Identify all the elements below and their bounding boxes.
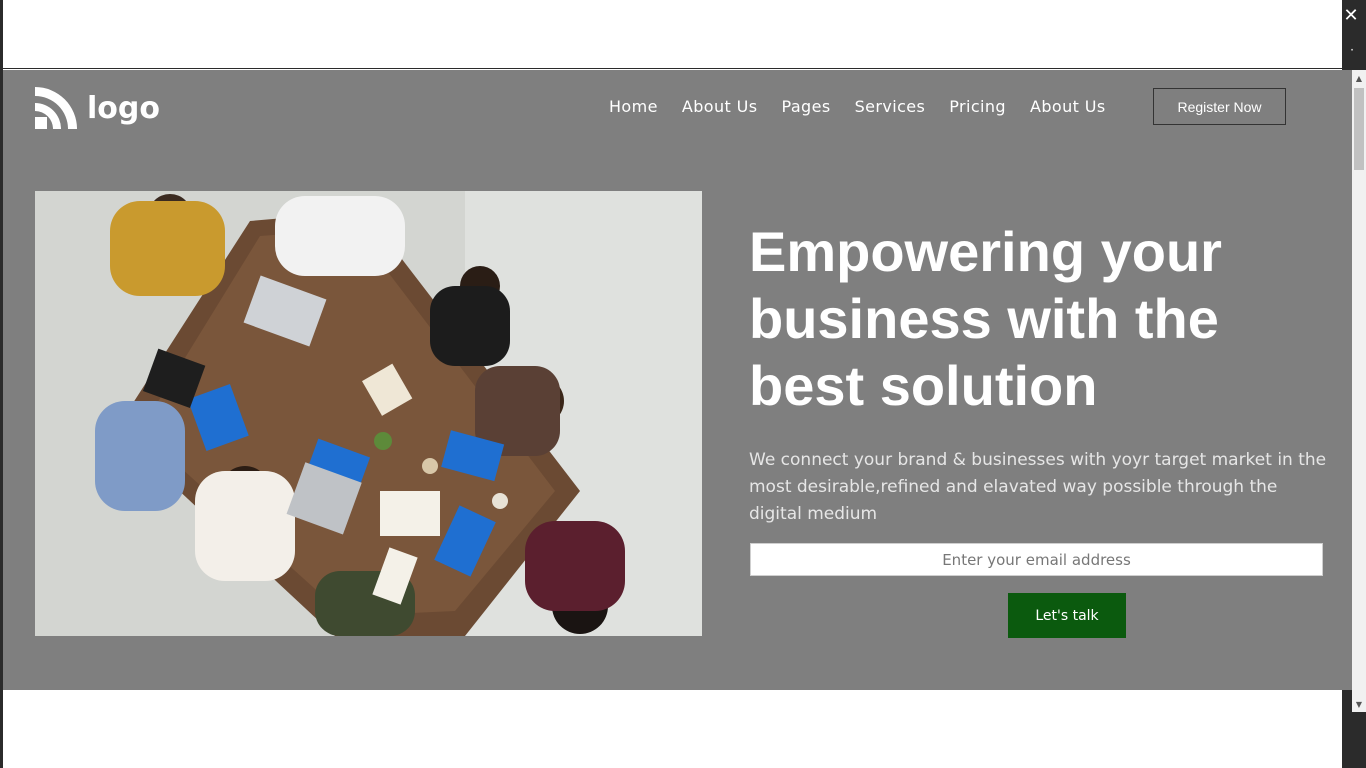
nav-services[interactable]: Services (855, 97, 926, 116)
nav-pages[interactable]: Pages (782, 97, 831, 116)
register-now-button[interactable]: Register Now (1153, 88, 1286, 125)
main-nav: Home About Us Pages Services Pricing Abo… (609, 97, 1130, 116)
landing-page: logo Home About Us Pages Services Pricin… (3, 70, 1352, 690)
nav-home[interactable]: Home (609, 97, 658, 116)
hero-description: We connect your brand & businesses with … (749, 450, 1327, 524)
lets-talk-button[interactable]: Let's talk (1008, 593, 1126, 638)
nav-pricing[interactable]: Pricing (949, 97, 1006, 116)
scroll-down-arrow-icon[interactable]: ▼ (1352, 698, 1366, 712)
vertical-scrollbar[interactable]: ▲ ▼ (1352, 70, 1366, 712)
nav-about-us[interactable]: About Us (682, 97, 758, 116)
email-input[interactable] (750, 543, 1323, 576)
logo-icon (35, 87, 77, 129)
more-menu-icon[interactable]: · (1346, 36, 1358, 64)
meeting-illustration (35, 191, 702, 636)
logo-text: logo (87, 90, 160, 126)
scroll-up-arrow-icon[interactable]: ▲ (1352, 72, 1366, 86)
site-logo[interactable]: logo (35, 87, 160, 129)
hero-team-meeting-image (35, 191, 702, 636)
nav-about-us-2[interactable]: About Us (1030, 97, 1106, 116)
window-bottom-corner (1342, 712, 1366, 768)
top-blank-bar (3, 0, 1342, 69)
bottom-blank-area (3, 690, 1342, 768)
hero-heading: Empowering your business with the best s… (749, 220, 1222, 417)
scroll-thumb[interactable] (1354, 88, 1364, 170)
close-icon[interactable]: ✕ (1342, 2, 1360, 30)
